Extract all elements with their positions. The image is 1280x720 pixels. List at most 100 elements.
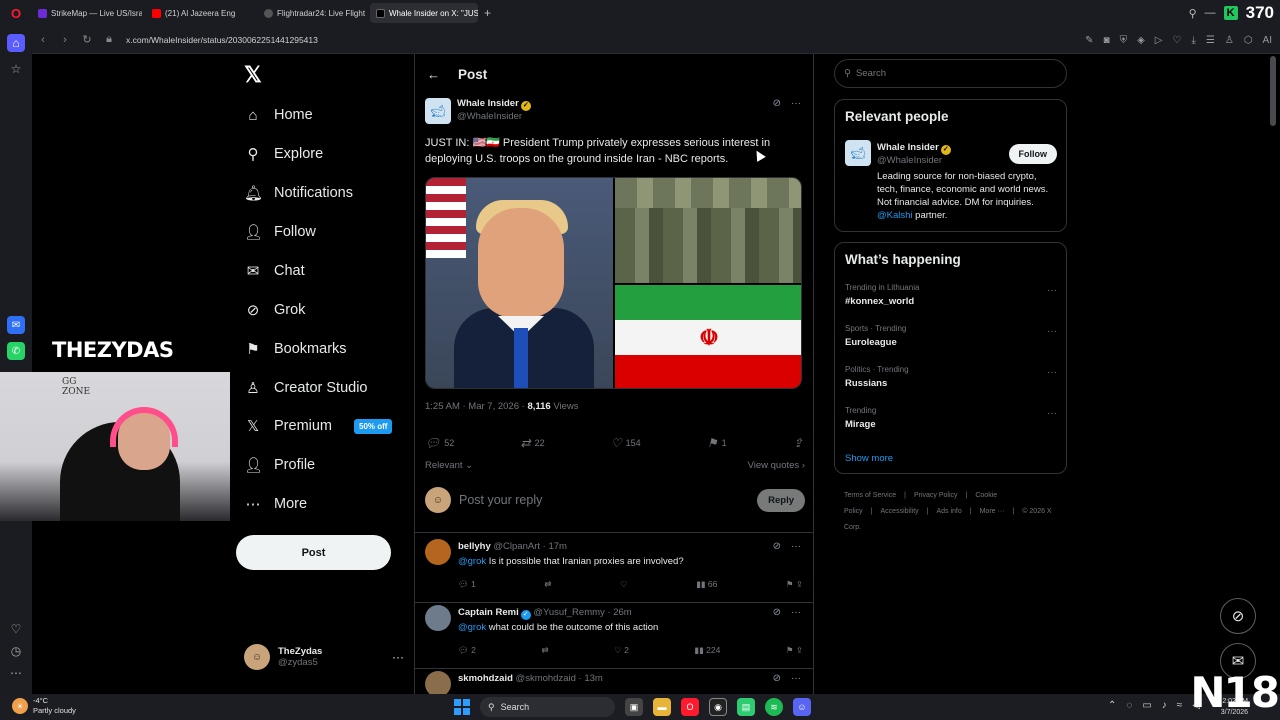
chevron-up-icon[interactable]: ⌃ (1108, 700, 1116, 711)
whatsapp-icon[interactable]: ✆ (0, 338, 32, 364)
opera-taskbar-icon[interactable]: O (681, 698, 699, 716)
wifi-icon[interactable]: ≈ (1177, 700, 1183, 711)
tweet-time[interactable]: 1:25 AM · Mar 7, 2026 · (425, 401, 527, 412)
mention-link[interactable]: @grok (458, 556, 486, 567)
more-options-icon[interactable]: ··· (791, 541, 801, 552)
forward-icon[interactable]: › (54, 34, 76, 46)
play-icon[interactable]: ▷ (1155, 35, 1163, 46)
reply-action[interactable]: 💬︎ 1 (458, 579, 476, 590)
reload-icon[interactable]: ↻ (76, 33, 98, 46)
media-trump-photo[interactable] (426, 178, 613, 388)
whale-avatar[interactable]: 🐋︎ (425, 98, 451, 124)
sidebar-item-home[interactable]: ⌂ Home (244, 100, 312, 130)
bookmark-action[interactable]: ⚑ ⇪ (786, 579, 803, 590)
repost-action[interactable]: ⇄ 22 (521, 436, 545, 450)
spotify-icon[interactable]: ≋ (765, 698, 783, 716)
trend-item[interactable]: Politics · Trending Russians ··· (845, 365, 1057, 389)
reply-age[interactable]: 26m (613, 607, 631, 618)
sidebar-item-notifications[interactable]: 🔔︎ Notifications (244, 178, 353, 208)
grok-fab-icon[interactable]: ⊘ (1220, 598, 1256, 634)
reply-action[interactable]: 💬︎ 2 (458, 645, 476, 656)
share-action[interactable]: ⇪ (793, 436, 803, 450)
bookmark-action[interactable]: ⚑ 1 (707, 436, 727, 450)
grok-icon[interactable]: ⊘ (773, 607, 781, 618)
reply-handle[interactable]: @skmohdzaid (516, 673, 576, 684)
reply-age[interactable]: 13m (584, 673, 602, 684)
new-tab-button[interactable]: + (484, 6, 491, 20)
reply-author[interactable]: bellyhy (458, 541, 491, 552)
menu-icon[interactable]: ☰ (1206, 35, 1215, 46)
tab-strikemap[interactable]: StrikeMap — Live US/Israe (32, 3, 142, 23)
avatar[interactable] (425, 671, 451, 694)
more-options-icon[interactable]: ··· (791, 673, 801, 684)
sidebar-item-grok[interactable]: ⊘ Grok (244, 295, 306, 325)
grok-icon[interactable]: ⊘ (773, 541, 781, 552)
grok-icon[interactable]: ⊘ (773, 673, 781, 684)
x-logo-icon[interactable]: 𝕏 (244, 62, 262, 88)
weather-widget[interactable]: ☀ -4°C Partly cloudy (12, 696, 76, 716)
sidebar-item-follow[interactable]: 👤︎ Follow (244, 217, 316, 247)
footer-link[interactable]: Accessibility (881, 508, 919, 515)
reply-handle[interactable]: @Yusuf_Remmy (533, 607, 604, 618)
repost-action[interactable]: ⇄ (544, 579, 551, 590)
discord-icon[interactable]: ☺ (793, 698, 811, 716)
sidebar-item-bookmarks[interactable]: ⚑ Bookmarks (244, 334, 346, 364)
tab-aljazeera[interactable]: (21) Al Jazeera Eng (146, 3, 254, 23)
trend-item[interactable]: Trending in Lithuania #konnex_world ··· (845, 283, 1057, 307)
reply-button[interactable]: Reply (757, 488, 805, 512)
sidebar-item-chat[interactable]: ✉ Chat (244, 256, 305, 286)
search-tabs-icon[interactable]: ⚲ (1189, 7, 1197, 20)
profile-icon[interactable]: ♙ (1225, 35, 1234, 46)
home-sidebar-icon[interactable]: ⌂ (0, 30, 32, 56)
task-view-icon[interactable]: ▣ (625, 698, 643, 716)
footer-link[interactable]: Ads info (936, 508, 961, 515)
tab-flightradar[interactable]: Flightradar24: Live Flight T (258, 3, 366, 23)
sidebar-item-profile[interactable]: 👤︎ Profile (244, 450, 315, 480)
reply-input[interactable]: Post your reply (459, 493, 757, 507)
bookmark-action[interactable]: ⚑ ⇪ (786, 645, 803, 656)
reply-item[interactable]: bellyhy @ClpanArt · 17m ⊘ ··· @grok Is it p… (425, 539, 805, 603)
more-options-icon[interactable]: ··· (1047, 367, 1057, 378)
more-options-icon[interactable]: ··· (791, 607, 801, 618)
follow-button[interactable]: Follow (1008, 144, 1057, 164)
reply-author[interactable]: skmohdzaid (458, 673, 513, 684)
reply-item[interactable]: skmohdzaid @skmohdzaid · 13m ⊘ ··· (425, 671, 805, 694)
trend-item[interactable]: Sports · Trending Euroleague ··· (845, 324, 1057, 348)
more-options-icon[interactable]: ··· (1047, 326, 1057, 337)
trend-item[interactable]: Trending Mirage ··· (845, 406, 1057, 430)
repost-action[interactable]: ⇄ (541, 645, 548, 656)
more-options-icon[interactable]: ··· (1047, 285, 1057, 296)
sidebar-item-explore[interactable]: ⚲ Explore (244, 139, 324, 169)
app-green-icon[interactable]: ▤ (737, 698, 755, 716)
account-more-icon[interactable]: ··· (392, 650, 404, 664)
network-icon[interactable]: ◌ (1126, 700, 1132, 711)
camera-icon[interactable]: ◙ (1104, 35, 1110, 46)
footer-link[interactable]: Privacy Policy (914, 492, 958, 499)
file-explorer-icon[interactable]: ▬ (653, 698, 671, 716)
cube-icon[interactable]: ⬡ (1244, 35, 1253, 46)
sidebar-item-creator-studio[interactable]: ♙ Creator Studio (244, 373, 367, 403)
author-name[interactable]: Whale Insider (457, 98, 519, 109)
like-action[interactable]: ♡ (620, 579, 628, 590)
url-field[interactable]: x.com/WhaleInsider/status/20300622514412… (126, 35, 318, 45)
like-action[interactable]: ♡ 154 (611, 436, 641, 450)
more-options-icon[interactable]: ··· (791, 98, 801, 109)
reply-action[interactable]: 💬︎ 52 (425, 436, 454, 450)
scrollbar[interactable] (1270, 56, 1276, 126)
taskbar-search[interactable]: ⚲ Search (480, 697, 615, 717)
like-action[interactable]: ♡ 2 (614, 645, 629, 656)
mention-link[interactable]: @grok (458, 622, 486, 633)
media-soldiers-photo[interactable] (615, 178, 801, 283)
author-handle[interactable]: @WhaleInsider (457, 111, 531, 122)
download-icon[interactable]: ⤓ (1191, 35, 1195, 46)
avatar[interactable] (425, 605, 451, 631)
monitor-icon[interactable]: ▭ (1142, 700, 1151, 711)
minimize-icon[interactable]: — (1205, 7, 1216, 19)
tab-whale-insider[interactable]: Whale Insider on X: "JUST (370, 3, 478, 23)
opera-logo-icon[interactable]: O (0, 0, 32, 26)
ai-icon[interactable]: AI (1263, 35, 1272, 46)
footer-link[interactable]: More ··· (980, 508, 1005, 515)
person-name-row[interactable]: Whale Insider ✓ (877, 142, 951, 155)
views-action[interactable]: ▮▮ 66 (696, 579, 717, 590)
tweet-media[interactable]: ☫ (425, 177, 802, 389)
